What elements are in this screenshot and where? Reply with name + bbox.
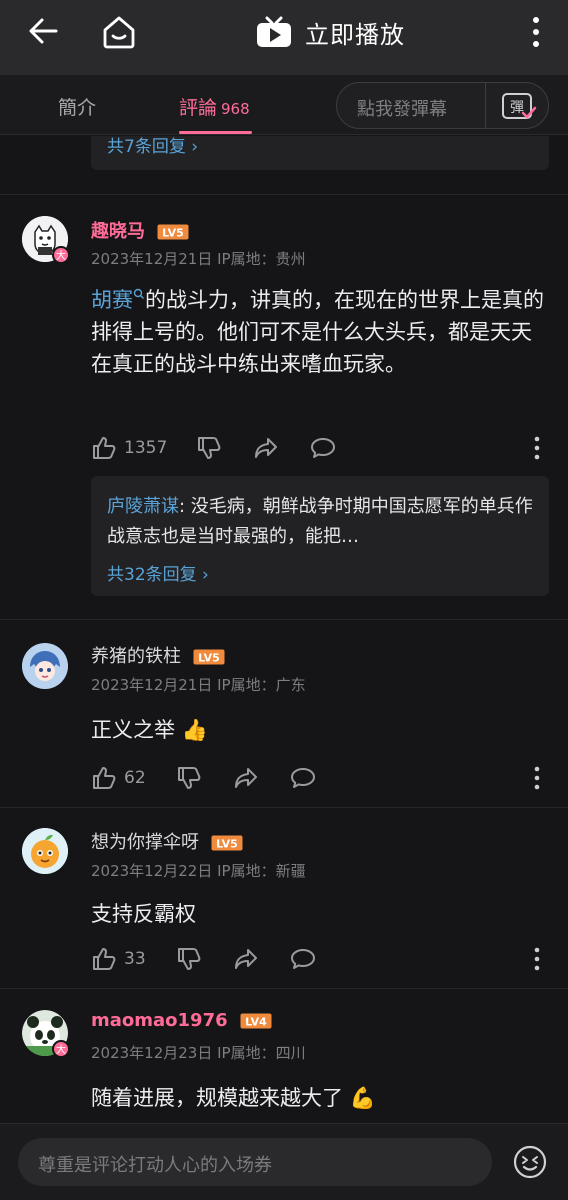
tv-play-icon	[257, 16, 291, 47]
orange-avatar-icon	[22, 828, 68, 874]
username-text: 趣晓马	[91, 221, 145, 242]
big-member-badge: 大	[52, 1040, 70, 1058]
more-options-icon[interactable]	[524, 14, 548, 50]
divider	[0, 807, 568, 808]
like-count: 62	[124, 768, 146, 788]
comment-input[interactable]: 尊重是评论打动人心的入场券	[18, 1138, 492, 1186]
topic-link-text: 胡赛	[91, 288, 133, 312]
divider	[0, 988, 568, 989]
like-count: 33	[124, 949, 146, 969]
level-badge-icon: LV4	[240, 1013, 272, 1029]
like-count: 1357	[124, 438, 168, 458]
level-text: LV4	[245, 1016, 267, 1029]
like-button[interactable]: 33	[91, 943, 146, 975]
back-arrow-icon[interactable]	[26, 14, 60, 48]
topic-link[interactable]: 胡赛	[91, 288, 145, 312]
comment-text: 正义之举 👍	[91, 718, 208, 742]
comment-input-placeholder: 尊重是评论打动人心的入场券	[38, 1155, 272, 1176]
comment-more-icon[interactable]	[527, 765, 547, 791]
level-text: LV5	[162, 227, 184, 240]
comment-meta: 2023年12月23日 IP属地：四川	[91, 1044, 306, 1062]
avatar[interactable]	[22, 643, 68, 689]
danmaku-input[interactable]: 點我發彈幕 彈	[336, 82, 549, 129]
dislike-button[interactable]	[176, 762, 202, 794]
comment-username[interactable]: 想为你撑伞呀 LV5	[91, 828, 243, 854]
reply-preview-text: 庐陵萧谋: 没毛病，朝鲜战争时期中国志愿军的单兵作战意志也是当时最强的，能把…	[107, 496, 533, 547]
comment-list: 共7条回复 › 大 趣晓马 LV5 2023年12月21日 IP属地：贵州 胡赛…	[0, 136, 568, 1123]
speech-bubble-icon	[291, 768, 315, 788]
reply-button[interactable]	[290, 762, 316, 794]
danmaku-divider	[485, 83, 486, 128]
reply-button[interactable]	[290, 943, 316, 975]
level-text: LV5	[216, 838, 238, 851]
comment-meta: 2023年12月21日 IP属地：广东	[91, 676, 306, 694]
comment-username[interactable]: maomao1976 LV4	[91, 1010, 272, 1031]
divider	[0, 194, 568, 195]
comments-count: 968	[221, 100, 250, 118]
level-badge-icon: LV5	[157, 224, 189, 240]
dislike-button[interactable]	[196, 432, 222, 464]
comment-compose-bar: 尊重是评论打动人心的入场券	[0, 1123, 568, 1200]
share-arrow-icon	[235, 949, 257, 969]
top-bar: 立即播放	[0, 0, 568, 75]
thumbs-up-icon	[93, 948, 116, 970]
comment-text: 随着进展，规模越来越大了 💪	[91, 1086, 376, 1110]
share-arrow-icon	[255, 438, 277, 458]
thumbs-down-icon	[198, 437, 221, 459]
comment-username[interactable]: 趣晓马 LV5	[91, 217, 189, 243]
search-icon	[133, 288, 144, 299]
view-more-replies-link[interactable]: 共7条回复 ›	[107, 136, 198, 157]
comment-actions: 33	[91, 943, 551, 975]
thumbs-down-icon	[178, 767, 201, 789]
speech-bubble-icon	[291, 949, 315, 969]
reply-preview-box[interactable]: 庐陵萧谋: 没毛病，朝鲜战争时期中国志愿军的单兵作战意志也是当时最强的，能把… …	[91, 476, 549, 596]
reply-button[interactable]	[310, 432, 336, 464]
comment-body: 的战斗力，讲真的，在现在的世界上是真的排得上号的。他们可不是什么大头兵，都是天天…	[91, 288, 544, 376]
share-button[interactable]	[233, 943, 259, 975]
tab-comments-label: 評論	[179, 97, 218, 119]
reply-preview-box[interactable]: 共7条回复 ›	[91, 136, 549, 170]
anime-avatar-icon	[22, 643, 68, 689]
thumbs-down-icon	[178, 948, 201, 970]
like-button[interactable]: 1357	[91, 432, 167, 464]
comment-username[interactable]: 养猪的铁柱 LV5	[91, 642, 225, 668]
like-button[interactable]: 62	[91, 762, 146, 794]
username-text: maomao1976	[91, 1010, 228, 1031]
username-text: 养猪的铁柱	[91, 646, 181, 667]
comment-text: 胡赛 的战斗力，讲真的，在现在的世界上是真的排得上号的。他们可不是什么大头兵，都是…	[91, 284, 551, 380]
share-button[interactable]	[253, 432, 279, 464]
reply-username[interactable]: 庐陵萧谋	[107, 496, 179, 517]
play-now-button[interactable]: 立即播放	[255, 12, 405, 52]
emoji-icon[interactable]	[512, 1144, 548, 1180]
view-more-replies-link[interactable]: 共32条回复 ›	[107, 560, 209, 585]
tab-intro[interactable]: 簡介	[58, 93, 96, 120]
share-button[interactable]	[233, 762, 259, 794]
level-text: LV5	[198, 652, 220, 665]
comment-text: 支持反霸权	[91, 902, 196, 926]
danmaku-toggle-icon[interactable]: 彈	[501, 91, 537, 121]
play-now-label: 立即播放	[305, 20, 405, 49]
danmaku-icon-char: 彈	[510, 100, 524, 116]
divider	[0, 619, 568, 620]
thumbs-up-icon	[93, 437, 116, 459]
thumbs-up-icon	[93, 767, 116, 789]
comment-more-icon[interactable]	[527, 435, 547, 461]
share-arrow-icon	[235, 768, 257, 788]
comment-meta: 2023年12月22日 IP属地：新疆	[91, 862, 306, 880]
danmaku-placeholder: 點我發彈幕	[357, 99, 447, 120]
level-badge-icon: LV5	[193, 649, 225, 665]
home-icon[interactable]	[100, 13, 138, 51]
active-tab-indicator	[179, 131, 252, 134]
username-text: 想为你撑伞呀	[91, 832, 199, 853]
comment-more-icon[interactable]	[527, 946, 547, 972]
comment-meta: 2023年12月21日 IP属地：贵州	[91, 250, 306, 268]
level-badge-icon: LV5	[211, 835, 243, 851]
dislike-button[interactable]	[176, 943, 202, 975]
comment-actions: 62	[91, 762, 551, 794]
speech-bubble-icon	[311, 438, 335, 458]
comment-actions: 1357	[91, 432, 551, 464]
tab-comments[interactable]: 評論 968	[179, 93, 250, 120]
big-member-badge: 大	[52, 246, 70, 264]
avatar[interactable]	[22, 828, 68, 874]
